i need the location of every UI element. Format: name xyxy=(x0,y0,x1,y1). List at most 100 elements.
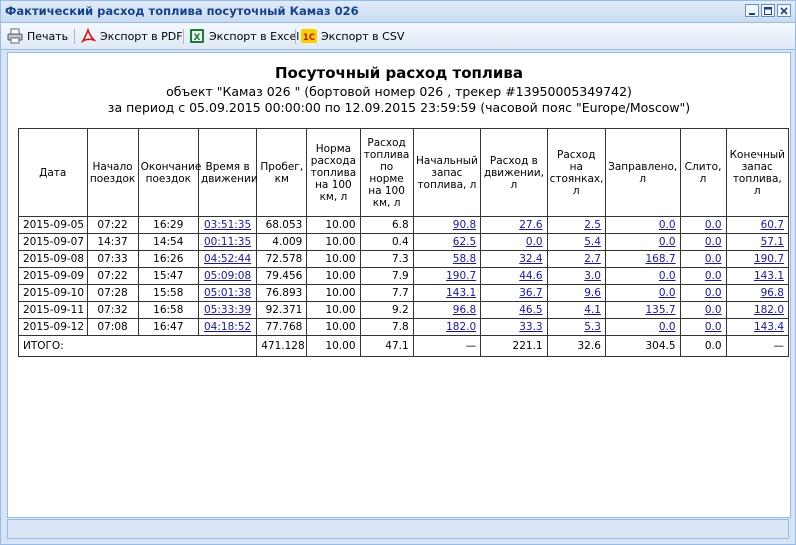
window-titlebar[interactable]: Фактический расход топлива посуточный Ка… xyxy=(1,1,795,23)
maximize-icon xyxy=(764,6,772,15)
cell-link[interactable]: 0.0 xyxy=(526,236,543,248)
table-cell: 68.053 xyxy=(256,216,308,234)
cell-link[interactable]: 143.1 xyxy=(446,287,476,299)
table-cell: 7.8 xyxy=(359,318,414,336)
table-cell: 2015-09-07 xyxy=(18,233,88,251)
total-cell: 304.5 xyxy=(604,335,681,357)
cell-link[interactable]: 60.7 xyxy=(761,219,784,231)
column-header: Начало поездок xyxy=(86,128,139,217)
cell-link[interactable]: 2.5 xyxy=(584,219,601,231)
cell-link[interactable]: 9.6 xyxy=(584,287,601,299)
cell-link[interactable]: 04:18:52 xyxy=(204,321,251,333)
cell-link[interactable]: 5.3 xyxy=(584,321,601,333)
table-cell: 2.5 xyxy=(546,216,606,234)
column-header: Слито, л xyxy=(679,128,727,217)
cell-link[interactable]: 0.0 xyxy=(705,321,722,333)
toolbar: Печать Экспорт в PDF X Экспорт в Excel 1… xyxy=(1,23,795,50)
total-cell: — xyxy=(412,335,482,357)
cell-link[interactable]: 0.0 xyxy=(659,287,676,299)
cell-link[interactable]: 36.7 xyxy=(519,287,542,299)
table-cell: 04:52:44 xyxy=(197,250,258,268)
cell-link[interactable]: 190.7 xyxy=(754,253,784,265)
cell-link[interactable]: 143.1 xyxy=(754,270,784,282)
cell-link[interactable]: 182.0 xyxy=(446,321,476,333)
cell-link[interactable]: 0.0 xyxy=(659,270,676,282)
cell-link[interactable]: 00:11:35 xyxy=(204,236,251,248)
cell-link[interactable]: 27.6 xyxy=(519,219,542,231)
cell-link[interactable]: 4.1 xyxy=(584,304,601,316)
maximize-button[interactable] xyxy=(761,4,775,17)
cell-link[interactable]: 05:33:39 xyxy=(204,304,251,316)
table-cell: 2015-09-12 xyxy=(18,318,88,336)
toolbar-separator xyxy=(74,29,75,44)
cell-link[interactable]: 0.0 xyxy=(659,219,676,231)
cell-link[interactable]: 2.7 xyxy=(584,253,601,265)
cell-link[interactable]: 0.0 xyxy=(705,219,722,231)
close-icon xyxy=(780,6,788,15)
table-body: 2015-09-05 07:22 16:29 03:51:35 68.053 10.00 6… xyxy=(17,216,790,357)
cell-link[interactable]: 05:01:38 xyxy=(204,287,251,299)
toolbar-separator xyxy=(295,29,296,44)
column-header: Расход на стоянках, л xyxy=(546,128,606,217)
cell-link[interactable]: 0.0 xyxy=(659,236,676,248)
table-header-row: Дата Начало поездок Окончание поездок Время… xyxy=(18,128,790,217)
cell-link[interactable]: 90.8 xyxy=(453,219,476,231)
close-button[interactable] xyxy=(777,4,791,17)
cell-link[interactable]: 57.1 xyxy=(761,236,784,248)
table-cell: 07:32 xyxy=(86,301,139,319)
cell-link[interactable]: 0.0 xyxy=(705,270,722,282)
cell-link[interactable]: 04:52:44 xyxy=(204,253,251,265)
column-header: Расход топлива по норме на 100 км, л xyxy=(359,128,414,217)
column-header: Время в движении xyxy=(197,128,258,217)
table-cell: 2015-09-10 xyxy=(18,284,88,302)
total-row: ИТОГО: 471.128 10.00 47.1—221.1 32.6 304.5 0.0… xyxy=(17,335,790,357)
cell-link[interactable]: 0.0 xyxy=(705,304,722,316)
table-cell: 05:09:08 xyxy=(197,267,258,285)
minimize-button[interactable] xyxy=(745,4,759,17)
table-cell: 00:11:35 xyxy=(197,233,258,251)
cell-link[interactable]: 0.0 xyxy=(705,287,722,299)
cell-link[interactable]: 182.0 xyxy=(754,304,784,316)
cell-link[interactable]: 46.5 xyxy=(519,304,542,316)
cell-link[interactable]: 168.7 xyxy=(645,253,675,265)
cell-link[interactable]: 190.7 xyxy=(446,270,476,282)
table-cell: 79.456 xyxy=(256,267,308,285)
table-cell: 7.7 xyxy=(359,284,414,302)
table-cell: 90.8 xyxy=(412,216,482,234)
column-header: Заправлено, л xyxy=(604,128,681,217)
cell-link[interactable]: 58.8 xyxy=(453,253,476,265)
cell-link[interactable]: 03:51:35 xyxy=(204,219,251,231)
cell-link[interactable]: 5.4 xyxy=(584,236,601,248)
cell-link[interactable]: 135.7 xyxy=(645,304,675,316)
column-header: Расход в движении, л xyxy=(480,128,548,217)
table-cell: 10.00 xyxy=(306,284,361,302)
cell-link[interactable]: 0.0 xyxy=(705,253,722,265)
cell-link[interactable]: 3.0 xyxy=(584,270,601,282)
table-cell: 10.00 xyxy=(306,267,361,285)
table-cell: 7.3 xyxy=(359,250,414,268)
total-cell: 471.128 xyxy=(256,335,308,357)
table-cell: 2.7 xyxy=(546,250,606,268)
cell-link[interactable]: 62.5 xyxy=(453,236,476,248)
table-cell: 143.1 xyxy=(725,267,790,285)
table-cell: 0.0 xyxy=(679,267,727,285)
cell-link[interactable]: 05:09:08 xyxy=(204,270,251,282)
cell-link[interactable]: 44.6 xyxy=(519,270,542,282)
excel-icon: X xyxy=(189,28,205,44)
cell-link[interactable]: 96.8 xyxy=(453,304,476,316)
export-pdf-button[interactable]: Экспорт в PDF xyxy=(80,27,183,44)
cell-link[interactable]: 143.4 xyxy=(754,321,784,333)
cell-link[interactable]: 0.0 xyxy=(705,236,722,248)
table-cell: 5.4 xyxy=(546,233,606,251)
print-button[interactable]: Печать xyxy=(7,28,68,44)
cell-link[interactable]: 33.3 xyxy=(519,321,542,333)
cell-link[interactable]: 96.8 xyxy=(761,287,784,299)
table-cell: 0.0 xyxy=(604,216,681,234)
cell-link[interactable]: 0.0 xyxy=(659,321,676,333)
export-csv-button[interactable]: 1С Экспорт в CSV xyxy=(301,28,404,44)
table-cell: 0.0 xyxy=(604,233,681,251)
table-cell: 143.4 xyxy=(725,318,790,336)
table-cell: 0.0 xyxy=(679,318,727,336)
export-excel-button[interactable]: X Экспорт в Excel xyxy=(189,28,299,44)
cell-link[interactable]: 32.4 xyxy=(519,253,542,265)
